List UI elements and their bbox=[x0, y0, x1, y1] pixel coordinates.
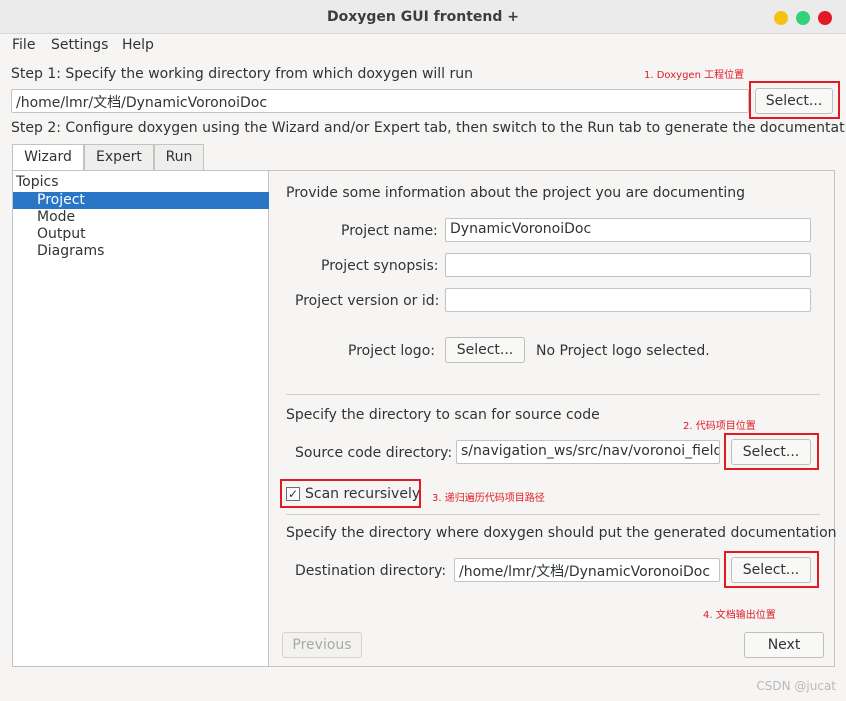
topic-output[interactable]: Output bbox=[13, 226, 269, 243]
menu-bar: File Settings Help bbox=[0, 35, 846, 57]
destination-dir-label: Destination directory: bbox=[295, 563, 447, 579]
annotation-2: 2. 代码项目位置 bbox=[683, 421, 756, 432]
menu-file[interactable]: File bbox=[12, 37, 35, 53]
topic-project[interactable]: Project bbox=[13, 192, 269, 209]
close-icon[interactable] bbox=[818, 11, 832, 25]
watermark: CSDN @jucat bbox=[756, 679, 836, 693]
previous-button[interactable]: Previous bbox=[282, 632, 362, 658]
project-logo-status: No Project logo selected. bbox=[536, 343, 710, 359]
annotation-box-3 bbox=[280, 479, 421, 508]
project-name-label: Project name: bbox=[341, 223, 438, 239]
annotation-3: 3. 递归遍历代码项目路径 bbox=[432, 493, 545, 504]
destination-dir-input[interactable]: /home/lmr/文档/DynamicVoronoiDoc bbox=[454, 558, 720, 582]
topics-header: Topics bbox=[16, 174, 59, 190]
project-synopsis-label: Project synopsis: bbox=[321, 258, 439, 274]
menu-settings[interactable]: Settings bbox=[51, 37, 108, 53]
menu-help[interactable]: Help bbox=[122, 37, 154, 53]
annotation-4: 4. 文档输出位置 bbox=[703, 610, 776, 621]
tab-wizard[interactable]: Wizard bbox=[12, 144, 84, 171]
section-divider bbox=[286, 394, 820, 395]
tab-run[interactable]: Run bbox=[154, 144, 204, 170]
annotation-box-1 bbox=[749, 81, 840, 119]
project-version-input[interactable] bbox=[445, 288, 811, 312]
maximize-icon[interactable] bbox=[796, 11, 810, 25]
project-logo-select-button[interactable]: Select... bbox=[445, 337, 525, 363]
next-button[interactable]: Next bbox=[744, 632, 824, 658]
source-heading: Specify the directory to scan for source… bbox=[286, 407, 600, 423]
source-dir-label: Source code directory: bbox=[295, 445, 453, 461]
project-name-input[interactable]: DynamicVoronoiDoc bbox=[445, 218, 811, 242]
project-version-label: Project version or id: bbox=[295, 293, 440, 309]
step2-label: Step 2: Configure doxygen using the Wiza… bbox=[11, 120, 846, 136]
window-title: Doxygen GUI frontend + bbox=[326, 9, 520, 25]
step1-label: Step 1: Specify the working directory fr… bbox=[11, 66, 474, 82]
source-dir-input[interactable]: s/navigation_ws/src/nav/voronoi_field bbox=[456, 440, 720, 464]
annotation-box-4 bbox=[724, 551, 819, 588]
working-directory-field[interactable]: /home/lmr/文档/DynamicVoronoiDoc bbox=[11, 89, 749, 113]
topics-list: Topics Project Mode Output Diagrams bbox=[13, 171, 269, 666]
minimize-icon[interactable] bbox=[774, 11, 788, 25]
annotation-1: 1. Doxygen 工程位置 bbox=[644, 70, 745, 81]
topic-mode[interactable]: Mode bbox=[13, 209, 269, 226]
title-bar: Doxygen GUI frontend + bbox=[0, 0, 846, 34]
topic-diagrams[interactable]: Diagrams bbox=[13, 243, 269, 260]
project-synopsis-input[interactable] bbox=[445, 253, 811, 277]
section-divider-2 bbox=[286, 514, 820, 515]
tab-expert[interactable]: Expert bbox=[84, 144, 154, 170]
project-logo-label: Project logo: bbox=[348, 343, 435, 359]
destination-heading: Specify the directory where doxygen shou… bbox=[286, 525, 837, 541]
project-intro: Provide some information about the proje… bbox=[286, 185, 746, 201]
annotation-box-2 bbox=[724, 433, 819, 470]
